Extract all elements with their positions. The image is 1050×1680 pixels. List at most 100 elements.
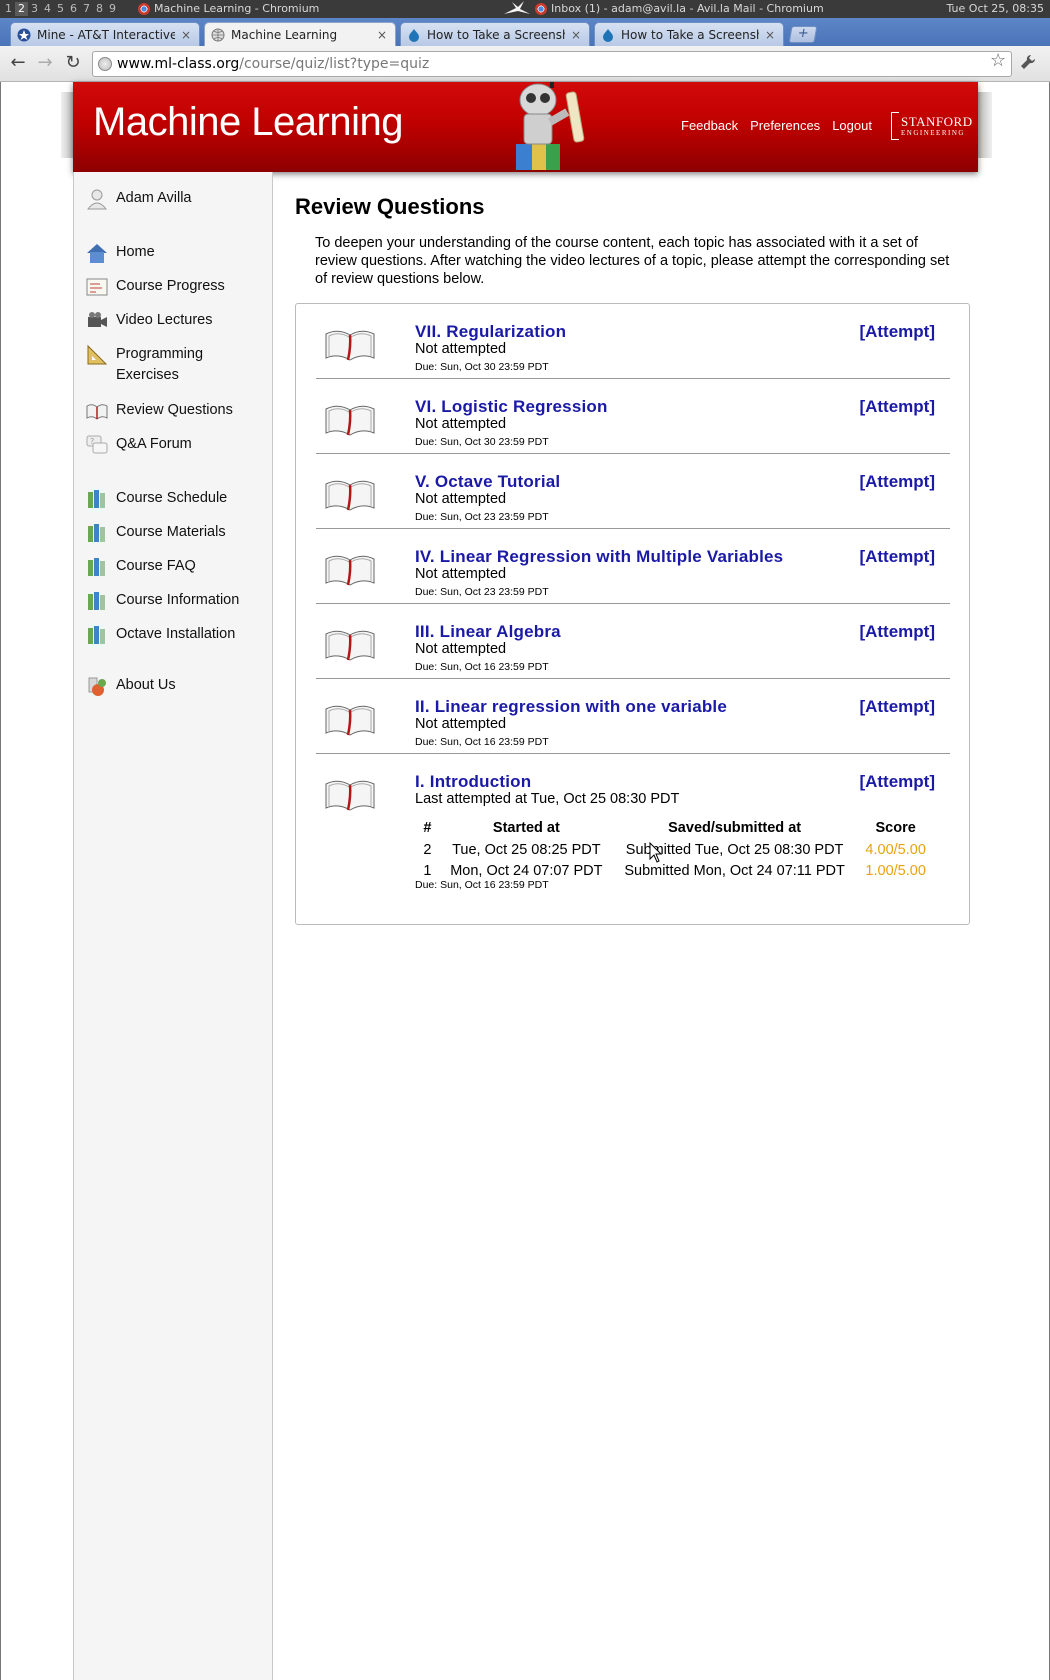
sidebar-item-home[interactable]: Home [86,242,266,264]
logout-link[interactable]: Logout [832,118,872,133]
attempt-link[interactable]: [Attempt] [859,622,935,642]
quiz-status: Not attempted [415,341,507,357]
quiz-title-link[interactable]: II. Linear regression with one variable [415,697,727,717]
workspace-6[interactable]: 6 [67,2,80,16]
sidebar-item-programming-exercises[interactable]: Programming Exercises [86,344,266,386]
wrench-menu-icon[interactable] [1020,54,1036,74]
schedule-icon [88,490,105,508]
attempt-score-link[interactable]: 4.00/5.00 [856,839,935,860]
ruler-triangle-icon [87,344,108,365]
workspace-5[interactable]: 5 [54,2,67,16]
notification-bird-icon [504,1,530,14]
tab-screenshot-1[interactable]: How to Take a Screenshot × [400,22,590,46]
tab-close-icon[interactable]: × [571,28,581,42]
forward-button[interactable]: → [35,54,55,74]
page-title: Review Questions [295,194,485,219]
svg-text:?: ? [90,437,94,446]
attempt-number: 1 [423,862,432,879]
quiz-due-date: Due: Sun, Oct 30 23:59 PDT [415,361,549,373]
attempt-link[interactable]: [Attempt] [859,322,935,342]
info-icon [88,592,105,610]
address-bar[interactable]: www.ml-class.org/course/quiz/list?type=q… [92,51,1012,77]
sidebar-item-course-faq[interactable]: Course FAQ [86,556,266,578]
back-button[interactable]: ← [8,54,28,74]
attempt-link[interactable]: [Attempt] [859,472,935,492]
attempt-link[interactable]: [Attempt] [859,697,935,717]
quiz-title-link[interactable]: V. Octave Tutorial [415,472,560,492]
sidebar-item-label: Course Materials [116,524,226,540]
quiz-due-date: Due: Sun, Oct 30 23:59 PDT [415,436,549,448]
book-icon [325,330,375,361]
workspace-3[interactable]: 3 [28,2,41,16]
sidebar-item-label: About Us [116,677,176,693]
robot-mascot-icon [516,82,585,170]
url-path: /course/quiz/list?type=quiz [239,56,430,72]
feedback-link[interactable]: Feedback [681,118,738,133]
tab-screenshot-2[interactable]: How to Take a Screenshot × [594,22,784,46]
chromium-icon [535,2,547,15]
workspace-switcher[interactable]: 1 2 3 4 5 6 7 8 9 [2,2,119,16]
workspace-2[interactable]: 2 [15,2,28,16]
column-header: Saved/submitted at [668,820,802,836]
quiz-title-link[interactable]: VI. Logistic Regression [415,397,608,417]
preferences-link[interactable]: Preferences [750,118,820,133]
workspace-1[interactable]: 1 [2,2,15,16]
progress-icon [86,278,108,296]
sidebar-item-course-progress[interactable]: Course Progress [86,276,266,298]
quiz-item: II. Linear regression with one variable … [316,679,950,754]
bookmark-star-icon[interactable]: ☆ [990,50,1006,71]
workspace-7[interactable]: 7 [80,2,93,16]
tab-close-icon[interactable]: × [377,28,387,42]
quiz-item: IV. Linear Regression with Multiple Vari… [316,529,950,604]
quiz-item: III. Linear Algebra [Attempt] Not attemp… [316,604,950,679]
attempt-link[interactable]: [Attempt] [859,397,935,417]
sidebar-item-octave-installation[interactable]: Octave Installation [86,624,266,646]
new-tab-button[interactable]: + [788,26,818,43]
browser-toolbar: ← → ↻ www.ml-class.org/course/quiz/list?… [0,46,1050,82]
sidebar-item-qa-forum[interactable]: ? Q&A Forum [86,434,266,456]
intro-text: To deepen your understanding of the cour… [315,235,950,287]
workspace-8[interactable]: 8 [93,2,106,16]
taskbar-window-ml[interactable]: Machine Learning - Chromium [138,2,319,15]
tab-machine-learning[interactable]: Machine Learning × [204,22,396,47]
sidebar-item-course-materials[interactable]: Course Materials [86,522,266,544]
banner-edge-right [978,92,992,158]
reload-button[interactable]: ↻ [63,54,83,74]
stanford-engineering-logo[interactable]: STANFORD ENGINEERING [891,112,972,142]
table-header-row: # Started at Saved/submitted at Score [415,817,935,839]
clock[interactable]: Tue Oct 25, 08:35 [947,2,1045,15]
workspace-4[interactable]: 4 [41,2,54,16]
attempt-link[interactable]: [Attempt] [859,772,935,792]
tab-att-interactive[interactable]: Mine - AT&T Interactive × [10,22,200,46]
workspace-9[interactable]: 9 [106,2,119,16]
quiz-title-link[interactable]: I. Introduction [415,772,531,792]
attempt-started: Mon, Oct 24 07:07 PDT [450,862,603,879]
tab-close-icon[interactable]: × [765,28,775,42]
sidebar-item-label: Programming Exercises [116,346,204,383]
table-row: 1 Mon, Oct 24 07:07 PDT Submitted Mon, O… [415,860,935,881]
quiz-status: Not attempted [415,416,507,432]
faq-icon [88,558,105,576]
quiz-status: Last attempted at Tue, Oct 25 08:30 PDT [415,791,680,807]
quiz-title-link[interactable]: IV. Linear Regression with Multiple Vari… [415,547,783,567]
quiz-title-link[interactable]: III. Linear Algebra [415,622,561,642]
sidebar-item-label: Octave Installation [116,626,236,642]
sidebar-user[interactable]: Adam Avilla [86,188,266,210]
quiz-title-link[interactable]: VII. Regularization [415,322,566,342]
installation-icon [88,626,105,644]
sidebar-item-review-questions[interactable]: Review Questions [86,400,266,422]
chromium-icon [138,2,150,15]
sidebar-item-video-lectures[interactable]: Video Lectures [86,310,266,332]
taskbar-window-inbox[interactable]: Inbox (1) - adam@avil.la - Avil.la Mail … [535,2,824,15]
materials-icon [88,524,105,542]
attempt-score-link[interactable]: 1.00/5.00 [856,860,935,881]
site-title[interactable]: Machine Learning [93,100,404,145]
tab-close-icon[interactable]: × [181,28,191,42]
book-icon [325,405,375,436]
sidebar-item-about-us[interactable]: About Us [86,675,266,697]
attempt-link[interactable]: [Attempt] [859,547,935,567]
sidebar-item-course-information[interactable]: Course Information [86,590,266,612]
site-info-icon[interactable] [98,57,112,71]
quiz-status: Not attempted [415,566,507,582]
sidebar-item-course-schedule[interactable]: Course Schedule [86,488,266,510]
